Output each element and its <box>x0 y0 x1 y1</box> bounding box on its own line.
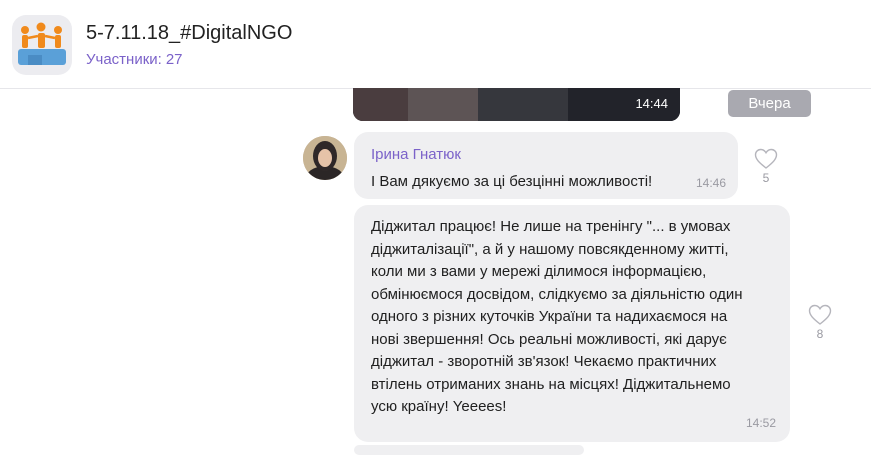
heart-icon <box>808 304 832 325</box>
photo-preview <box>353 88 680 121</box>
like-button[interactable]: 8 <box>808 304 832 341</box>
like-button[interactable]: 5 <box>754 148 778 185</box>
sender-name[interactable]: Ірина Гнатюк <box>371 146 461 163</box>
chat-header: 5-7.11.18_#DigitalNGO Участники: 27 <box>0 0 871 89</box>
group-avatar[interactable] <box>12 15 72 75</box>
message-time: 14:52 <box>745 416 776 430</box>
date-divider: Вчера <box>728 90 811 117</box>
participants-info[interactable]: Участники: 27 <box>86 51 183 68</box>
message-time: 14:46 <box>695 176 726 190</box>
avatar-photo <box>303 136 347 180</box>
heart-icon <box>754 148 778 169</box>
chat-title[interactable]: 5-7.11.18_#DigitalNGO <box>86 22 292 45</box>
like-count: 5 <box>762 171 770 185</box>
photo-message[interactable]: 14:44 <box>353 88 680 121</box>
like-count: 8 <box>816 327 824 341</box>
message-text: І Вам дякуємо за ці безцінні можливості! <box>371 173 653 190</box>
message-text: Діджитал працює! Не лише на тренінгу "..… <box>371 218 743 415</box>
participants-label: Участники: <box>86 51 162 68</box>
message-bubble[interactable]: Ірина Гнатюк І Вам дякуємо за ці безцінн… <box>354 132 738 199</box>
avatar[interactable] <box>303 136 347 180</box>
message-time: 14:44 <box>635 96 668 111</box>
people-puzzle-icon <box>18 22 66 65</box>
participants-count: 27 <box>165 51 183 68</box>
message-bubble[interactable]: Діджитал працює! Не лише на тренінгу "..… <box>354 205 790 442</box>
